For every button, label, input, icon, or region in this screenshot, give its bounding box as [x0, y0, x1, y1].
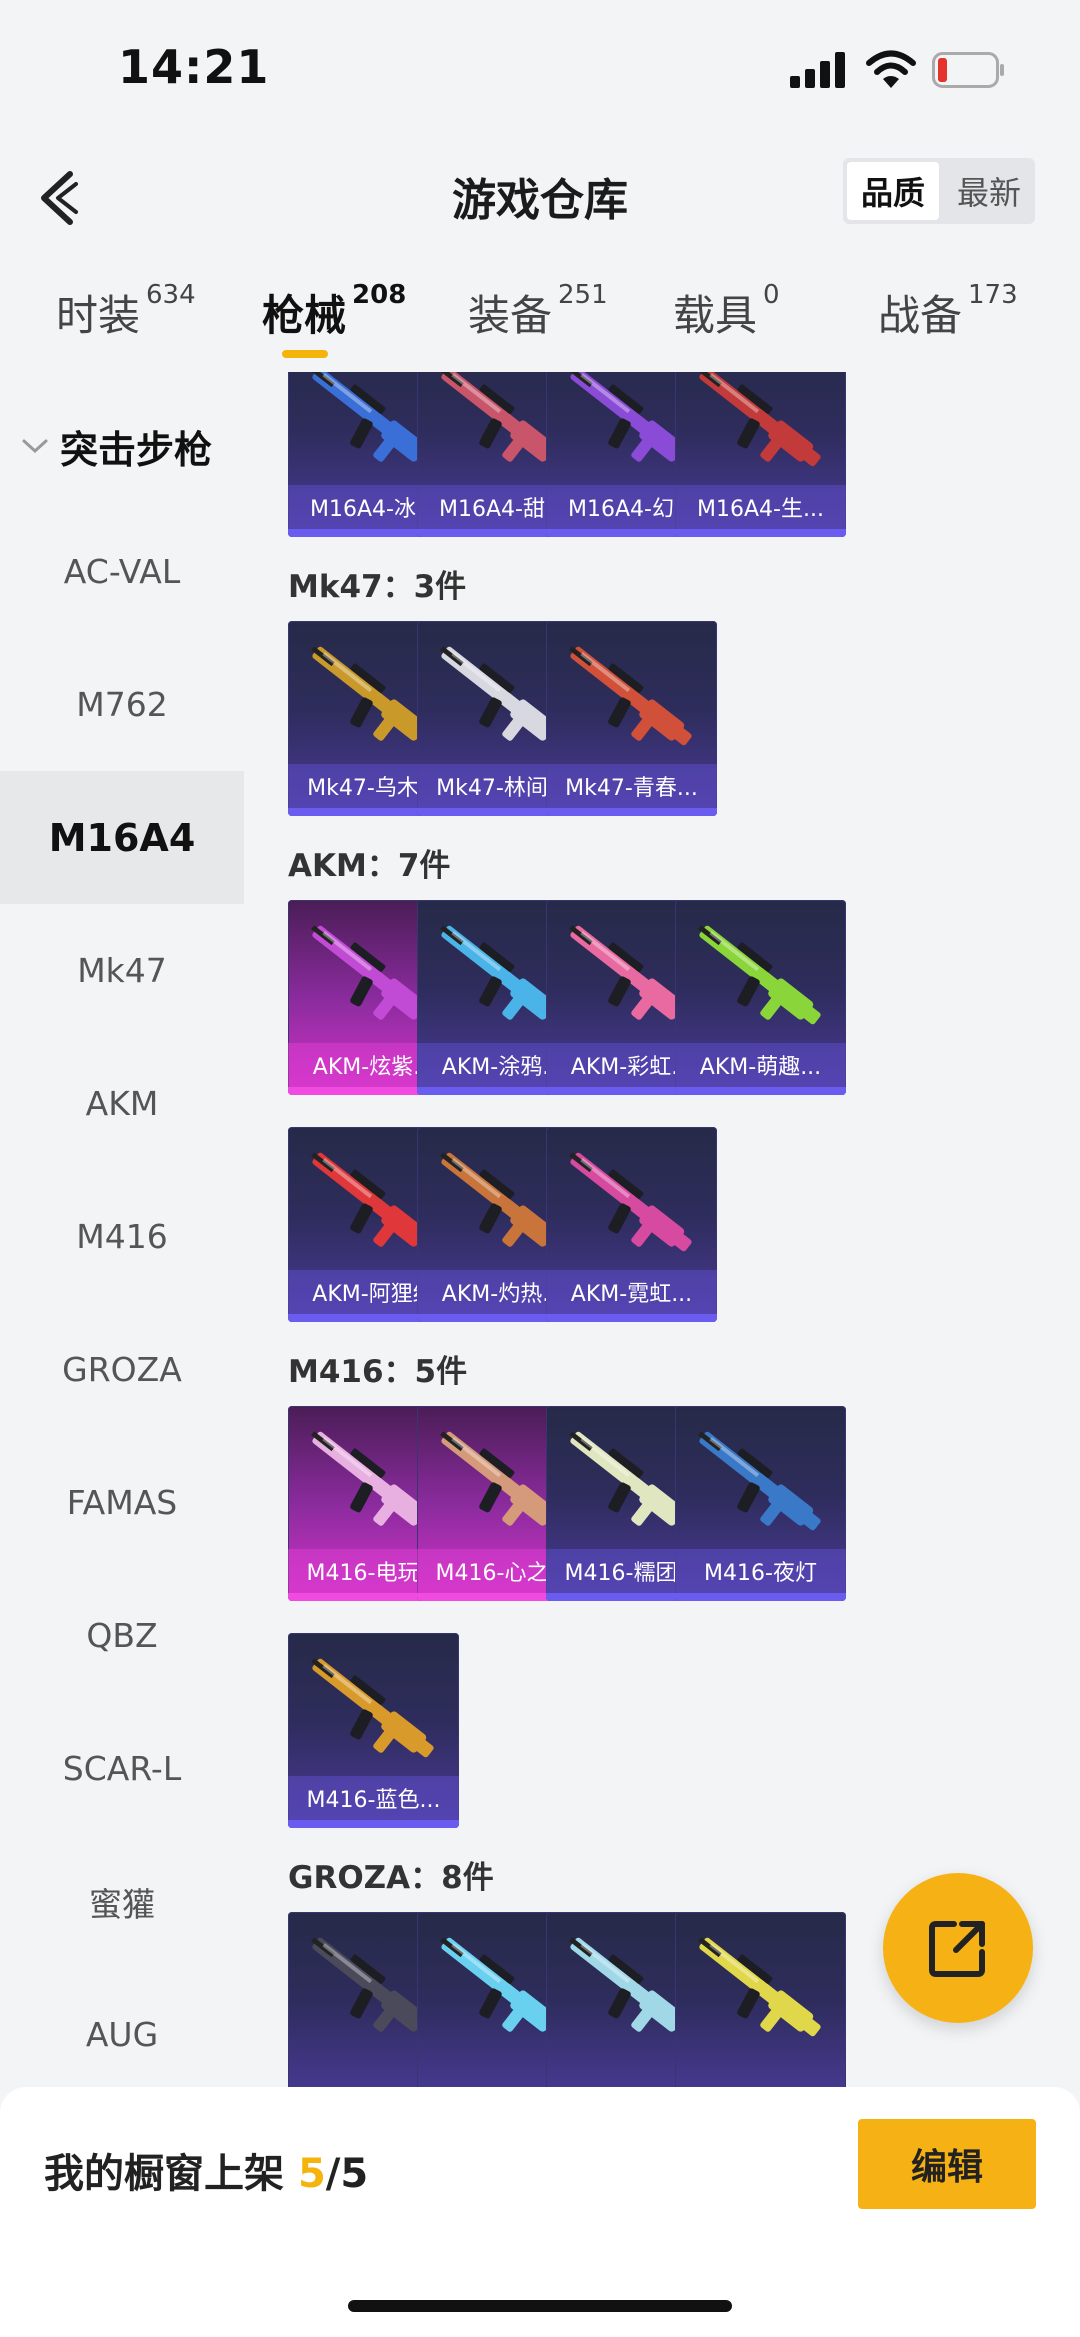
- sort-option-quality[interactable]: 品质: [847, 162, 939, 220]
- sidebar-item--[interactable]: 蜜獾: [0, 1835, 244, 1968]
- edit-button[interactable]: 编辑: [858, 2119, 1036, 2209]
- tab-label: 战备: [878, 291, 963, 340]
- sidebar-item-akm[interactable]: AKM: [0, 1037, 244, 1170]
- rarity-strip: [675, 1087, 846, 1095]
- skin-card[interactable]: AKM-霓虹...: [546, 1127, 717, 1322]
- tab-count: 251: [558, 280, 608, 310]
- sidebar-group-assault-rifles[interactable]: 突击步枪: [0, 416, 244, 476]
- tab-fashion[interactable]: 时装 634: [56, 280, 196, 343]
- tab-count: 208: [352, 280, 407, 310]
- gun-skin-image: [698, 925, 821, 1025]
- skin-name: Mk47-青春...: [546, 764, 717, 808]
- gun-skin-image: [569, 1152, 692, 1252]
- tab-count: 0: [763, 280, 780, 310]
- sidebar-item-famas[interactable]: FAMAS: [0, 1436, 244, 1569]
- gun-skin-image: [698, 1937, 821, 2037]
- tab-count: 634: [146, 280, 196, 310]
- rarity-strip: [675, 1593, 846, 1601]
- weapon-grid: M16A4-冰... M16A4-甜... M16A4-幻... M16A4-生...…: [244, 372, 1080, 2092]
- showcase-label: 我的橱窗上架: [44, 2151, 284, 2197]
- tab-label: 枪械: [262, 291, 347, 340]
- chevron-down-icon: [22, 439, 48, 454]
- rarity-strip: [546, 1314, 717, 1322]
- sidebar-item-mk47[interactable]: Mk47: [0, 904, 244, 1037]
- skin-name: M16A4-生...: [675, 485, 846, 529]
- sidebar-item-m416[interactable]: M416: [0, 1170, 244, 1303]
- section-title: Mk47：3件: [288, 569, 467, 605]
- showcase-status: 我的橱窗上架 5/5: [44, 2141, 368, 2199]
- sidebar-item-m16a4[interactable]: M16A4: [0, 771, 244, 904]
- sidebar-item-groza[interactable]: GROZA: [0, 1303, 244, 1436]
- status-bar: 14:21: [0, 0, 1080, 140]
- tab-label: 载具: [673, 291, 758, 340]
- weapon-sidebar: 突击步枪 AC-VAL M762 M16A4 Mk47 AKM M416 GROZA FAMA…: [0, 372, 244, 2092]
- tab-label: 装备: [468, 291, 553, 340]
- sidebar-item-m762[interactable]: M762: [0, 638, 244, 771]
- skin-name: AKM-萌趣...: [675, 1043, 846, 1087]
- skin-name: M416-蓝色...: [288, 1776, 459, 1820]
- section-title: GROZA：8件: [288, 1860, 494, 1896]
- sidebar-item-qbz[interactable]: QBZ: [0, 1569, 244, 1702]
- showcase-current: 5: [297, 2151, 326, 2197]
- skin-card[interactable]: [675, 1912, 846, 2092]
- sidebar-item-scar-l[interactable]: SCAR-L: [0, 1702, 244, 1835]
- active-tab-indicator: [282, 350, 328, 358]
- skin-card[interactable]: M416-蓝色...: [288, 1633, 459, 1828]
- section-title: M416：5件: [288, 1354, 468, 1390]
- category-tabs: 时装 634 枪械 208 装备 251 载具 0 战备 173: [0, 268, 1080, 376]
- status-time: 14:21: [118, 40, 270, 94]
- tab-label: 时装: [56, 291, 141, 340]
- nav-header: 游戏仓库 品质 最新: [0, 140, 1080, 250]
- share-icon: [929, 1921, 985, 1977]
- wifi-icon: [866, 50, 916, 88]
- skin-card[interactable]: M416-夜灯: [675, 1406, 846, 1601]
- skin-card[interactable]: AKM-萌趣...: [675, 900, 846, 1095]
- gun-skin-image: [569, 646, 692, 746]
- sort-toggle: 品质 最新: [843, 158, 1035, 224]
- rarity-strip: [288, 1820, 459, 1828]
- tab-equipment[interactable]: 装备 251: [468, 280, 608, 343]
- skin-card[interactable]: M16A4-生...: [675, 372, 846, 537]
- rarity-strip: [675, 529, 846, 537]
- skin-card[interactable]: Mk47-青春...: [546, 621, 717, 816]
- gun-skin-image: [698, 1431, 821, 1531]
- tab-vehicles[interactable]: 载具 0: [673, 280, 780, 343]
- skin-name: M416-夜灯: [675, 1549, 846, 1593]
- home-indicator: [348, 2300, 732, 2312]
- sidebar-item-aug[interactable]: AUG: [0, 1968, 244, 2101]
- tab-supplies[interactable]: 战备 173: [878, 280, 1018, 343]
- tab-count: 173: [968, 280, 1018, 310]
- section-title: AKM：7件: [288, 848, 451, 884]
- tab-firearms[interactable]: 枪械 208: [262, 280, 407, 343]
- showcase-total: /5: [325, 2151, 369, 2197]
- battery-low-icon: [932, 52, 1004, 88]
- cellular-signal-icon: [790, 52, 845, 88]
- skin-name: AKM-霓虹...: [546, 1270, 717, 1314]
- gun-skin-image: [311, 1658, 434, 1758]
- share-button[interactable]: [883, 1873, 1033, 2023]
- sort-option-newest[interactable]: 最新: [943, 158, 1035, 224]
- rarity-strip: [546, 808, 717, 816]
- gun-skin-image: [698, 372, 821, 467]
- sidebar-item-ac-val[interactable]: AC-VAL: [0, 505, 244, 638]
- sidebar-group-label: 突击步枪: [60, 427, 213, 472]
